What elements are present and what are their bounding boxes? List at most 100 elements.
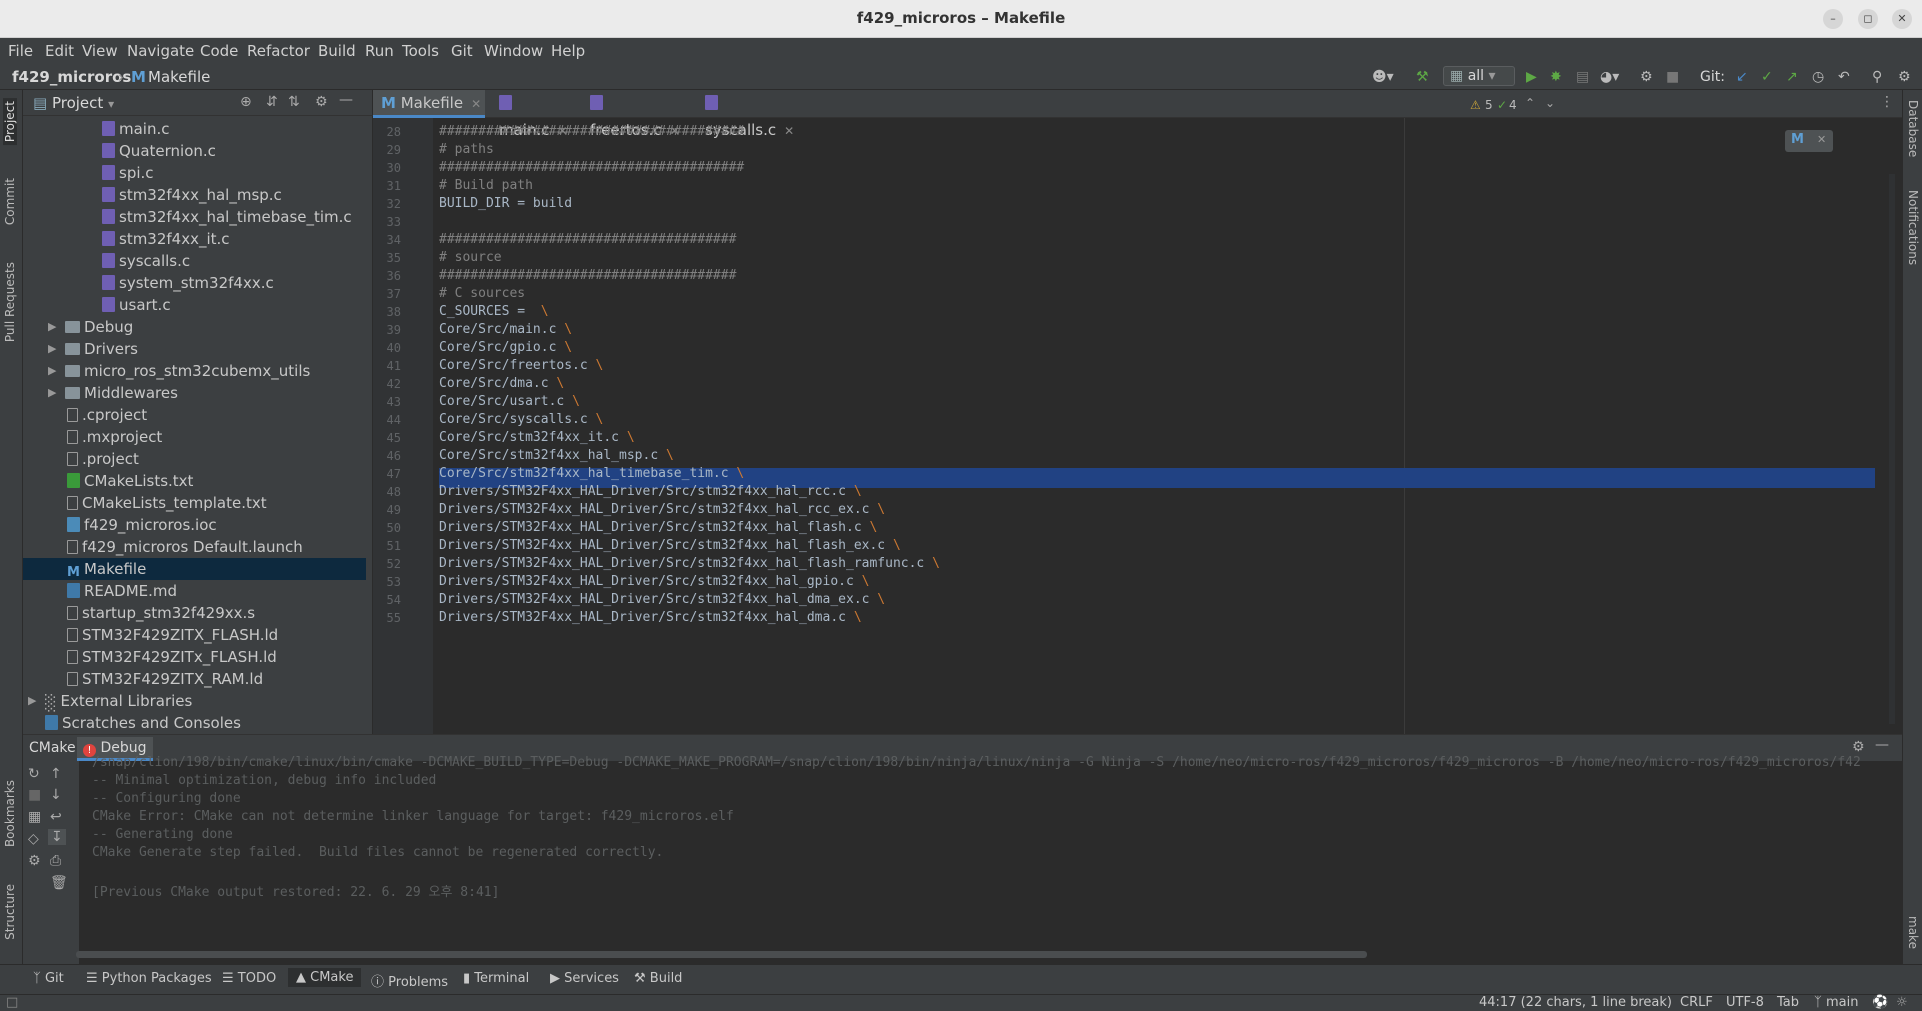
chevron-right-icon[interactable]: ▶ bbox=[48, 360, 56, 382]
rollback-icon[interactable]: ↶ bbox=[1838, 68, 1850, 86]
menu-refactor[interactable]: Refactor bbox=[247, 42, 310, 60]
code-line[interactable]: ####################################### bbox=[439, 124, 744, 139]
tree-item-cmakelists-template[interactable]: CMakeLists_template.txt bbox=[23, 492, 366, 514]
tree-item-scratches[interactable]: Scratches and Consoles bbox=[23, 712, 366, 734]
tree-item-debug-folder[interactable]: ▶ Debug bbox=[23, 316, 366, 338]
coverage-icon[interactable]: ▤ bbox=[1576, 68, 1589, 86]
chevron-right-icon[interactable]: ▶ bbox=[48, 338, 56, 360]
check-icon[interactable]: ✓ bbox=[1497, 98, 1507, 112]
down-arrow-icon[interactable]: ↓ bbox=[50, 787, 62, 803]
gear-icon[interactable]: ⚙ bbox=[1852, 739, 1865, 755]
tab-syscalls-c[interactable]: syscalls.c ✕ bbox=[697, 90, 805, 139]
code-line[interactable]: Drivers/STM32F4xx_HAL_Driver/Src/stm32f4… bbox=[439, 592, 885, 607]
more-tabs-icon[interactable]: ⋮ bbox=[1880, 94, 1894, 110]
breadcrumb-file[interactable]: Makefile bbox=[148, 68, 210, 86]
tree-item-quaternion-c[interactable]: Quaternion.c bbox=[23, 140, 366, 162]
menu-window[interactable]: Window bbox=[484, 42, 543, 60]
vertical-scrollbar[interactable] bbox=[1889, 174, 1895, 724]
cmake-settings-icon[interactable]: ▦ bbox=[28, 809, 41, 825]
previous-highlight-icon[interactable]: ⌃ bbox=[1525, 96, 1535, 110]
run-configuration-select[interactable]: ▦ all ▾ bbox=[1443, 66, 1515, 86]
menu-code[interactable]: Code bbox=[200, 42, 238, 60]
code-line[interactable]: BUILD_DIR = build bbox=[439, 196, 572, 211]
code-line[interactable]: Core/Src/main.c \ bbox=[439, 322, 572, 337]
tree-item-flash-ld[interactable]: STM32F429ZITX_FLASH.ld bbox=[23, 624, 366, 646]
code-line[interactable]: Drivers/STM32F4xx_HAL_Driver/Src/stm32f4… bbox=[439, 556, 940, 571]
line-separator[interactable]: CRLF bbox=[1680, 995, 1713, 1010]
tree-item-hal-msp-c[interactable]: stm32f4xx_hal_msp.c bbox=[23, 184, 366, 206]
code-line[interactable]: # Build path bbox=[439, 178, 533, 193]
menu-tools[interactable]: Tools bbox=[402, 42, 439, 60]
tree-item-drivers-folder[interactable]: ▶ Drivers bbox=[23, 338, 366, 360]
lock-icon[interactable]: ⚽ bbox=[1872, 995, 1888, 1010]
tree-item-ram-ld[interactable]: STM32F429ZITX_RAM.ld bbox=[23, 668, 366, 690]
line-number[interactable]: 36 bbox=[373, 269, 401, 283]
line-number[interactable]: 51 bbox=[373, 539, 401, 553]
menu-navigate[interactable]: Navigate bbox=[127, 42, 194, 60]
code-line[interactable]: Core/Src/syscalls.c \ bbox=[439, 412, 603, 427]
tool-tab-make[interactable]: make bbox=[1906, 916, 1920, 949]
tree-item-it-c[interactable]: stm32f4xx_it.c bbox=[23, 228, 366, 250]
line-number[interactable]: 53 bbox=[373, 575, 401, 589]
tool-window-todo[interactable]: ☰ TODO bbox=[222, 971, 276, 986]
menu-file[interactable]: File bbox=[8, 42, 33, 60]
tab-main-c[interactable]: main.c ✕ bbox=[491, 90, 575, 139]
tree-item-system-c[interactable]: system_stm32f4xx.c bbox=[23, 272, 366, 294]
tree-item-mxproject[interactable]: .mxproject bbox=[23, 426, 366, 448]
code-line[interactable]: Core/Src/stm32f4xx_hal_msp.c \ bbox=[439, 448, 674, 463]
line-number[interactable]: 28 bbox=[373, 125, 401, 139]
line-number[interactable]: 30 bbox=[373, 161, 401, 175]
close-icon[interactable]: ✕ bbox=[1817, 133, 1826, 146]
git-branch[interactable]: ᛉ main bbox=[1814, 995, 1858, 1010]
profile-icon[interactable]: ◕▾ bbox=[1600, 68, 1619, 86]
tab-freertos-c[interactable]: freertos.c ✕ bbox=[582, 90, 690, 139]
tool-window-python-packages[interactable]: ☰ Python Packages bbox=[86, 971, 212, 986]
tab-makefile[interactable]: M Makefile ✕ bbox=[373, 90, 485, 118]
line-number[interactable]: 38 bbox=[373, 305, 401, 319]
line-number[interactable]: 43 bbox=[373, 395, 401, 409]
close-button[interactable]: ✕ bbox=[1892, 9, 1912, 29]
attach-icon[interactable]: ⚙ bbox=[1640, 68, 1653, 86]
cache-icon[interactable]: ◇ bbox=[28, 831, 39, 847]
tree-item-startup[interactable]: startup_stm32f429xx.s bbox=[23, 602, 366, 624]
tool-window-git[interactable]: ᛉ Git bbox=[33, 971, 64, 986]
tree-item-external-libraries[interactable]: ▶ ░ External Libraries bbox=[23, 690, 366, 712]
settings-icon[interactable]: ⚙ bbox=[1898, 68, 1911, 86]
tree-item-ioc[interactable]: f429_microros.ioc bbox=[23, 514, 366, 536]
collapse-all-icon[interactable]: ⇅ bbox=[288, 94, 300, 110]
user-icon[interactable]: ☻▾ bbox=[1372, 68, 1394, 86]
git-push-icon[interactable]: ↗ bbox=[1786, 68, 1798, 86]
minimize-button[interactable]: – bbox=[1823, 9, 1843, 29]
reload-icon[interactable]: ↻ bbox=[28, 766, 40, 782]
code-line[interactable]: ###################################### bbox=[439, 232, 736, 247]
close-tab-icon[interactable]: ✕ bbox=[784, 124, 794, 138]
print-icon[interactable]: ⎙ bbox=[50, 853, 61, 869]
build-hammer-icon[interactable]: ⚒ bbox=[1416, 68, 1429, 86]
stop-icon[interactable]: ■ bbox=[28, 787, 41, 803]
tree-item-spi-c[interactable]: spi.c bbox=[23, 162, 366, 184]
horizontal-scrollbar[interactable] bbox=[76, 951, 1367, 958]
line-number[interactable]: 52 bbox=[373, 557, 401, 571]
gear-icon[interactable]: ⚙ bbox=[315, 94, 328, 110]
trash-icon[interactable]: 🗑 bbox=[50, 875, 68, 891]
code-line[interactable]: Core/Src/dma.c \ bbox=[439, 376, 564, 391]
git-commit-icon[interactable]: ✓ bbox=[1761, 68, 1773, 86]
tool-window-cmake[interactable]: ▲ CMake bbox=[288, 968, 362, 987]
soft-wrap-icon[interactable]: ↩ bbox=[50, 809, 62, 825]
tree-item-hal-timebase-c[interactable]: stm32f4xx_hal_timebase_tim.c bbox=[23, 206, 366, 228]
tree-item-cproject[interactable]: .cproject bbox=[23, 404, 366, 426]
tree-item-usart-c[interactable]: usart.c bbox=[23, 294, 366, 316]
tool-tab-database[interactable]: Database bbox=[1906, 100, 1920, 157]
tool-window-services[interactable]: ▶ Services bbox=[550, 971, 619, 986]
menu-run[interactable]: Run bbox=[365, 42, 394, 60]
menu-view[interactable]: View bbox=[82, 42, 118, 60]
tool-window-build[interactable]: ⚒ Build bbox=[634, 971, 682, 986]
tree-item-syscalls-c[interactable]: syscalls.c bbox=[23, 250, 366, 272]
code-line[interactable]: Core/Src/usart.c \ bbox=[439, 394, 580, 409]
expand-all-icon[interactable]: ⇵ bbox=[266, 94, 278, 110]
code-line[interactable]: Drivers/STM32F4xx_HAL_Driver/Src/stm32f4… bbox=[439, 538, 901, 553]
tool-window-terminal[interactable]: ▮ Terminal bbox=[463, 971, 529, 986]
code-line[interactable]: Core/Src/freertos.c \ bbox=[439, 358, 603, 373]
menu-git[interactable]: Git bbox=[451, 42, 473, 60]
tree-item-readme[interactable]: README.md bbox=[23, 580, 366, 602]
